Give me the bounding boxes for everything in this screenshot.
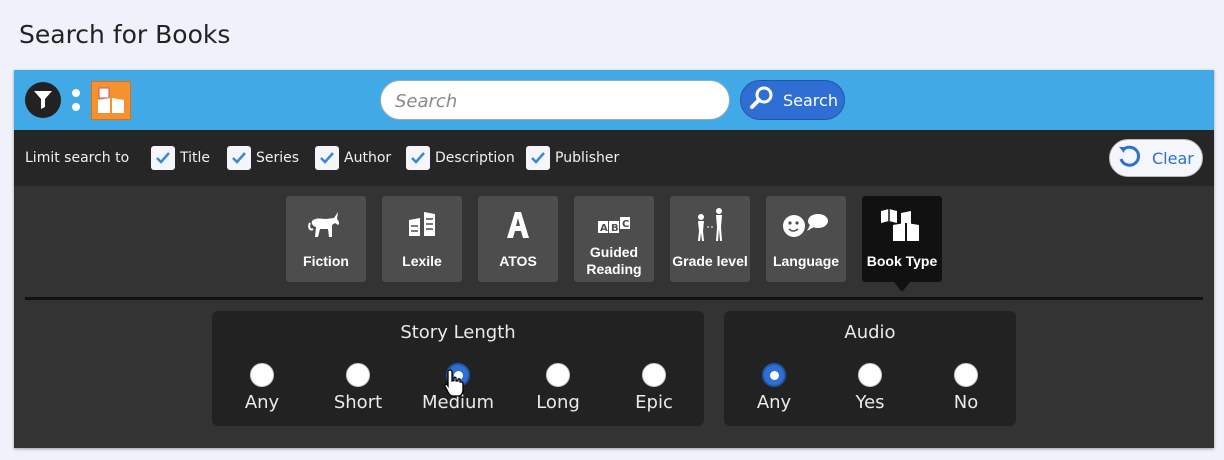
limit-search-bar: Limit search to Title Series Author Desc…	[14, 130, 1214, 186]
category-label: Fiction	[303, 253, 349, 269]
category-label: Grade level	[672, 253, 748, 269]
unicorn-icon	[308, 205, 344, 245]
story-length-option-long[interactable]: Long	[510, 363, 606, 413]
radio-label: Short	[333, 392, 383, 413]
radio-label: Long	[536, 392, 580, 413]
section-divider	[25, 297, 1203, 300]
audio-option-any[interactable]: Any	[726, 363, 822, 413]
story-length-option-any[interactable]: Any	[214, 363, 310, 413]
limit-series-checkbox[interactable]: Series	[227, 146, 299, 170]
category-tile-fiction[interactable]: Fiction	[286, 196, 366, 282]
story-length-title: Story Length	[400, 322, 516, 343]
category-tile-atos[interactable]: ATOS	[478, 196, 558, 282]
audio-option-yes[interactable]: Yes	[822, 363, 918, 413]
radio-label: Any	[244, 392, 280, 413]
children-height-icon	[693, 205, 727, 245]
search-toolbar: Search	[14, 70, 1214, 130]
limit-description-checkbox[interactable]: Description	[406, 146, 515, 170]
search-button-label: Search	[783, 90, 838, 110]
clear-button-label: Clear	[1152, 148, 1194, 168]
magnifier-icon	[749, 85, 775, 115]
limit-search-label: Limit search to	[25, 150, 130, 166]
svg-text:A: A	[600, 223, 608, 234]
search-button[interactable]: Search	[740, 80, 845, 120]
radio-button[interactable]	[346, 363, 370, 387]
radio-label: Any	[756, 392, 792, 413]
story-length-option-epic[interactable]: Epic	[606, 363, 702, 413]
limit-publisher-label: Publisher	[555, 150, 620, 166]
filter-funnel-icon[interactable]	[25, 82, 61, 118]
reset-icon	[1116, 143, 1142, 173]
svg-text:C: C	[622, 219, 629, 230]
audio-group: Audio Any Yes No	[724, 311, 1016, 426]
books-icon	[406, 205, 438, 245]
radio-button[interactable]	[954, 363, 978, 387]
category-tile-language[interactable]: Language	[766, 196, 846, 282]
letter-a-icon	[505, 205, 531, 245]
clear-button[interactable]: Clear	[1109, 139, 1203, 177]
speech-face-icon	[783, 205, 829, 245]
hand-pointer-icon	[442, 368, 466, 403]
category-tile-lexile[interactable]: Lexile	[382, 196, 462, 282]
radio-label: Epic	[635, 392, 673, 413]
limit-description-label: Description	[435, 150, 515, 166]
more-options-icon[interactable]	[72, 89, 80, 113]
checkmark-icon	[315, 146, 339, 170]
abc-blocks-icon: A B C	[596, 205, 632, 244]
category-tile-grade-level[interactable]: Grade level	[670, 196, 750, 282]
checkmark-icon	[227, 146, 251, 170]
radio-button[interactable]	[858, 363, 882, 387]
category-label: Book Type	[866, 253, 938, 269]
search-input[interactable]	[380, 80, 730, 120]
radio-button[interactable]	[642, 363, 666, 387]
radio-label: No	[953, 392, 979, 413]
checkmark-icon	[526, 146, 550, 170]
limit-title-label: Title	[180, 150, 211, 166]
audio-title: Audio	[844, 322, 896, 343]
category-label: Lexile	[402, 253, 442, 269]
limit-author-label: Author	[344, 150, 392, 166]
category-label: Language	[772, 253, 840, 269]
radio-label: Yes	[855, 392, 885, 413]
open-books-icon	[879, 205, 925, 245]
category-tile-book-type[interactable]: Book Type	[862, 196, 942, 292]
audio-option-no[interactable]: No	[918, 363, 1014, 413]
checkmark-icon	[406, 146, 430, 170]
radio-button[interactable]	[250, 363, 274, 387]
limit-title-checkbox[interactable]: Title	[151, 146, 210, 170]
book-app-icon[interactable]	[91, 81, 131, 120]
category-label: Guided Reading	[586, 244, 642, 277]
radio-button-selected[interactable]	[762, 363, 786, 387]
page-title: Search for Books	[19, 20, 231, 49]
checkmark-icon	[151, 146, 175, 170]
svg-text:B: B	[611, 223, 619, 234]
limit-author-checkbox[interactable]: Author	[315, 146, 391, 170]
search-panel: Search Limit search to Title Series Auth…	[14, 70, 1214, 448]
radio-button[interactable]	[546, 363, 570, 387]
story-length-option-short[interactable]: Short	[310, 363, 406, 413]
limit-series-label: Series	[256, 150, 300, 166]
limit-publisher-checkbox[interactable]: Publisher	[526, 146, 619, 170]
category-label: ATOS	[499, 253, 537, 269]
category-tile-guided-reading[interactable]: A B C Guided Reading	[574, 196, 654, 282]
